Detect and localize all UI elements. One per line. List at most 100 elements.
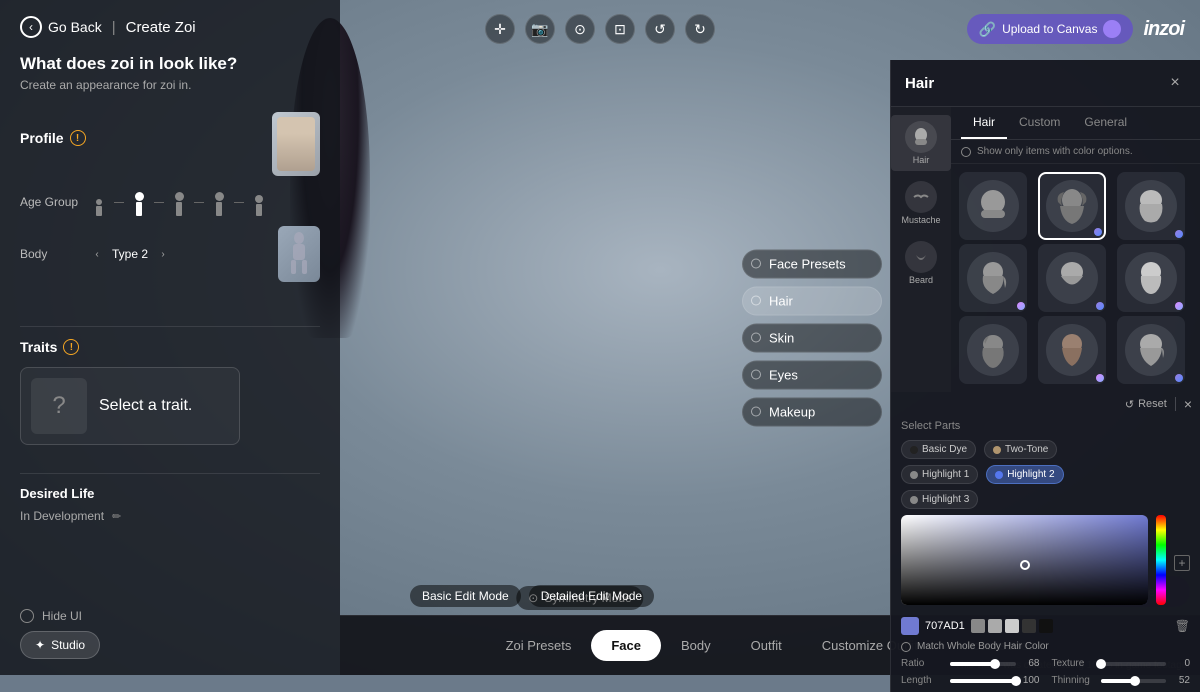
swatch-4[interactable]	[1022, 619, 1036, 633]
toolbar-refresh-icon[interactable]: ⊙	[565, 14, 595, 44]
studio-button[interactable]: ✦ Studio	[20, 631, 100, 659]
swatch-5[interactable]	[1039, 619, 1053, 633]
slider-ratio-thumb[interactable]	[990, 659, 1000, 669]
slider-ratio: Ratio 68	[901, 658, 1040, 669]
add-color-icon[interactable]: +	[1174, 555, 1190, 571]
detailed-edit-mode-button[interactable]: Detailed Edit Mode	[529, 585, 654, 607]
hair-item-7[interactable]	[959, 316, 1027, 384]
hair-item-4[interactable]	[959, 244, 1027, 312]
delete-color-button[interactable]: 🗑	[1175, 619, 1190, 633]
slider-length-track[interactable]	[950, 679, 1016, 683]
show-color-options-radio[interactable]	[961, 147, 971, 157]
hair-sidebar: Hair Mustache Beard	[891, 107, 951, 392]
hue-bar-container[interactable]	[1156, 515, 1166, 611]
bottom-nav-face[interactable]: Face	[591, 630, 661, 661]
hair-tab-hair[interactable]: Hair	[961, 107, 1007, 139]
hair-item-3[interactable]	[1117, 172, 1185, 240]
create-title: Create Zoi	[126, 19, 196, 36]
toolbar-camera-icon[interactable]: 📷	[525, 14, 555, 44]
age-fig-head-4	[215, 192, 224, 201]
part-highlight-3[interactable]: Highlight 3	[901, 490, 978, 509]
float-menu-hair[interactable]: Hair	[742, 286, 882, 315]
age-figure-2[interactable]	[130, 188, 148, 216]
slider-texture-thumb[interactable]	[1096, 659, 1106, 669]
toolbar-grid-icon[interactable]: ⊡	[605, 14, 635, 44]
upload-canvas-button[interactable]: 🔗 Upload to Canvas	[967, 14, 1134, 44]
hair-panel-body: Hair Mustache Beard Hair Custom General	[891, 107, 1200, 392]
swatch-1[interactable]	[971, 619, 985, 633]
swatch-2[interactable]	[988, 619, 1002, 633]
hair-item-6[interactable]	[1117, 244, 1185, 312]
trait-placeholder[interactable]: ? Select a trait.	[20, 367, 240, 445]
go-back-button[interactable]: ‹ Go Back	[20, 16, 102, 38]
go-back-label: Go Back	[48, 19, 102, 35]
part-highlight-2-label: Highlight 2	[1007, 469, 1054, 480]
detailed-edit-label: Detailed Edit Mode	[541, 589, 642, 603]
basic-edit-mode-button[interactable]: Basic Edit Mode	[410, 585, 521, 607]
float-menu-skin[interactable]: Skin	[742, 323, 882, 352]
age-figure-5[interactable]	[250, 188, 268, 216]
slider-texture-track[interactable]	[1101, 662, 1167, 666]
hair-side-mustache[interactable]: Mustache	[891, 175, 951, 231]
toolbar-undo-icon[interactable]: ↺	[645, 14, 675, 44]
traits-warning-icon: !	[63, 339, 79, 355]
slider-thinning-track[interactable]	[1101, 679, 1167, 683]
part-highlight-2[interactable]: Highlight 2	[986, 465, 1063, 484]
age-selector[interactable]	[90, 188, 320, 216]
float-menu-eyes[interactable]: Eyes	[742, 360, 882, 389]
mode-buttons: Basic Edit Mode Detailed Edit Mode	[410, 585, 654, 607]
hair-side-hair[interactable]: Hair	[891, 115, 951, 171]
hair-item-1-inner	[967, 180, 1019, 232]
toolbar-crosshair-icon[interactable]: ✛	[485, 14, 515, 44]
part-highlight-1[interactable]: Highlight 1	[901, 465, 978, 484]
slider-row-1: Ratio 68 Texture 0	[901, 658, 1190, 669]
color-cursor[interactable]	[1020, 560, 1030, 570]
hue-bar[interactable]	[1156, 515, 1166, 605]
color-add-button[interactable]: +	[1174, 515, 1190, 611]
color-gradient-area[interactable]	[901, 515, 1148, 605]
hair-item-8[interactable]	[1038, 316, 1106, 384]
swatch-3[interactable]	[1005, 619, 1019, 633]
hide-ui-radio[interactable]	[20, 609, 34, 623]
color-config: Select Parts Basic Dye Two-Tone Highligh…	[891, 420, 1200, 692]
part-two-tone[interactable]: Two-Tone	[984, 440, 1057, 459]
hair-panel-close-button[interactable]: ×	[1164, 72, 1186, 94]
body-next-button[interactable]: ›	[156, 247, 170, 261]
hair-item-3-inner	[1125, 180, 1177, 232]
bottom-nav-zoi-presets[interactable]: Zoi Presets	[486, 630, 592, 661]
float-menu-face-presets[interactable]: Face Presets	[742, 249, 882, 278]
current-color-swatch[interactable]	[901, 617, 919, 635]
hair-side-hair-icon	[905, 121, 937, 153]
hair-item-2[interactable]	[1038, 172, 1106, 240]
float-menu-makeup[interactable]: Makeup	[742, 397, 882, 426]
match-color-radio[interactable]	[901, 642, 911, 652]
slider-length-thumb[interactable]	[1011, 676, 1021, 686]
color-picker-gradient[interactable]	[901, 515, 1148, 611]
hair-item-9[interactable]	[1117, 316, 1185, 384]
slider-ratio-track[interactable]	[950, 662, 1016, 666]
hair-options-bar: Show only items with color options.	[951, 140, 1200, 164]
nav-separator: |	[112, 19, 116, 36]
close-color-button[interactable]: ×	[1184, 396, 1192, 412]
desired-life-value[interactable]: In Development ✏	[20, 509, 320, 523]
top-right: 🔗 Upload to Canvas inzoi	[967, 14, 1184, 44]
bottom-nav-outfit[interactable]: Outfit	[731, 630, 802, 661]
age-figure-3[interactable]	[170, 188, 188, 216]
age-figure-1[interactable]	[90, 188, 108, 216]
slider-thinning-thumb[interactable]	[1130, 676, 1140, 686]
reset-button[interactable]: ↺ Reset	[1125, 398, 1167, 411]
hair-item-5[interactable]	[1038, 244, 1106, 312]
age-fig-head-5	[255, 195, 263, 203]
hide-ui-row[interactable]: Hide UI	[20, 609, 320, 623]
hair-side-beard[interactable]: Beard	[891, 235, 951, 291]
hair-tab-custom[interactable]: Custom	[1007, 107, 1072, 139]
edit-icon[interactable]: ✏	[112, 510, 121, 523]
toolbar-redo-icon[interactable]: ↻	[685, 14, 715, 44]
hair-tab-general[interactable]: General	[1072, 107, 1139, 139]
hair-item-1[interactable]	[959, 172, 1027, 240]
bottom-nav-body[interactable]: Body	[661, 630, 731, 661]
body-prev-button[interactable]: ‹	[90, 247, 104, 261]
age-connector-2	[154, 202, 164, 203]
part-basic-dye[interactable]: Basic Dye	[901, 440, 976, 459]
age-figure-4[interactable]	[210, 188, 228, 216]
